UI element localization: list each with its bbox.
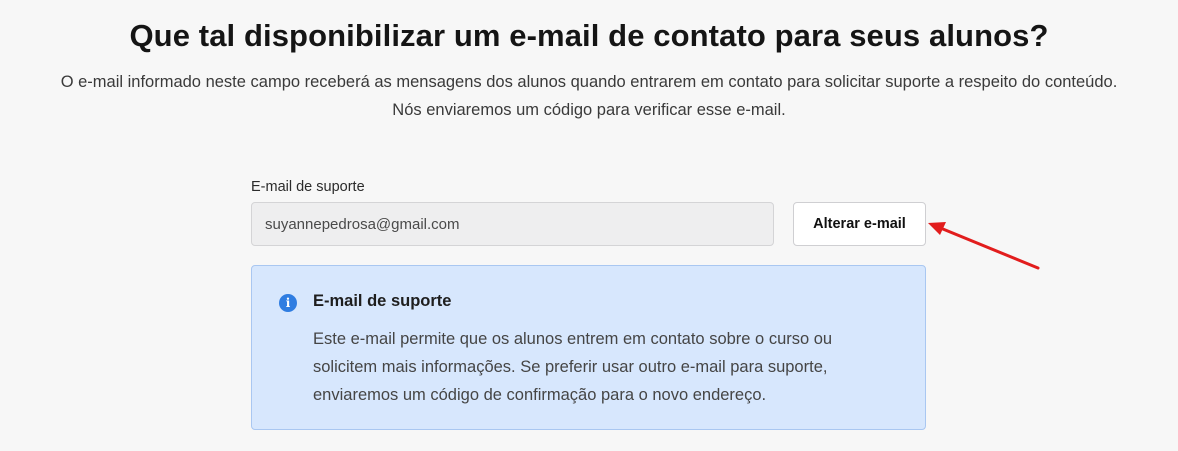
subtitle-line-2: Nós enviaremos um código para verificar … [392,101,786,119]
change-email-button[interactable]: Alterar e-mail [793,202,926,246]
page-title: Que tal disponibilizar um e-mail de cont… [129,18,1049,53]
subtitle-line-1: O e-mail informado neste campo receberá … [60,73,1118,91]
info-line-2: solicitem mais informações. Se preferir … [313,358,828,376]
info-line-1: Este e-mail permite que os alunos entrem… [313,330,833,348]
info-title: E-mail de suporte [313,292,452,310]
annotation-arrow [928,222,1040,270]
support-email-label: E-mail de suporte [251,179,365,195]
page-subtitle: O e-mail informado neste campo receberá … [0,68,1178,124]
info-description: Este e-mail permite que os alunos entrem… [313,325,903,409]
info-icon: i [279,294,297,312]
support-email-input[interactable] [251,202,774,246]
info-line-3: enviaremos um código de confirmação para… [313,386,767,404]
